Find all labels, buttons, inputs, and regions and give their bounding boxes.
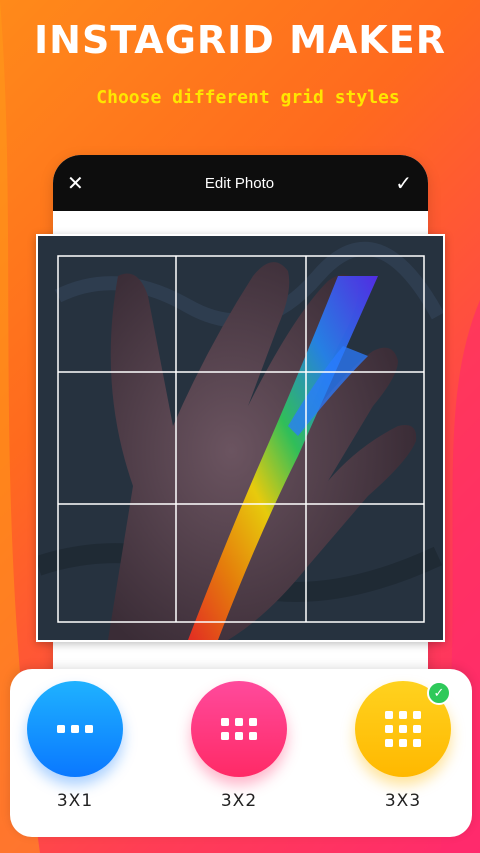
close-icon[interactable]: ✕: [67, 173, 84, 193]
grid-option-3x2[interactable]: 3X2: [189, 681, 289, 811]
grid-3x2-icon[interactable]: [191, 681, 287, 777]
editor-title: Edit Photo: [204, 174, 275, 192]
hand-image: [38, 236, 443, 640]
confirm-icon[interactable]: ✓: [395, 173, 412, 193]
grid-option-3x3[interactable]: ✓ 3X3: [353, 681, 453, 811]
grid-option-label: 3X1: [56, 791, 94, 811]
grid-option-label: 3X2: [220, 791, 258, 811]
grid-option-label: 3X3: [384, 791, 422, 811]
app-title: INSTAGRID MAKER: [34, 18, 446, 62]
selected-check-icon: ✓: [427, 681, 451, 705]
editor-topbar: ✕ Edit Photo ✓: [53, 155, 428, 211]
grid-3x1-icon[interactable]: [27, 681, 123, 777]
photo-frame[interactable]: [36, 234, 445, 642]
grid-3x3-icon[interactable]: ✓: [355, 681, 451, 777]
app-subtitle: Choose different grid styles: [96, 87, 400, 108]
grid-option-3x1[interactable]: 3X1: [25, 681, 125, 811]
photo-image[interactable]: [38, 236, 443, 640]
